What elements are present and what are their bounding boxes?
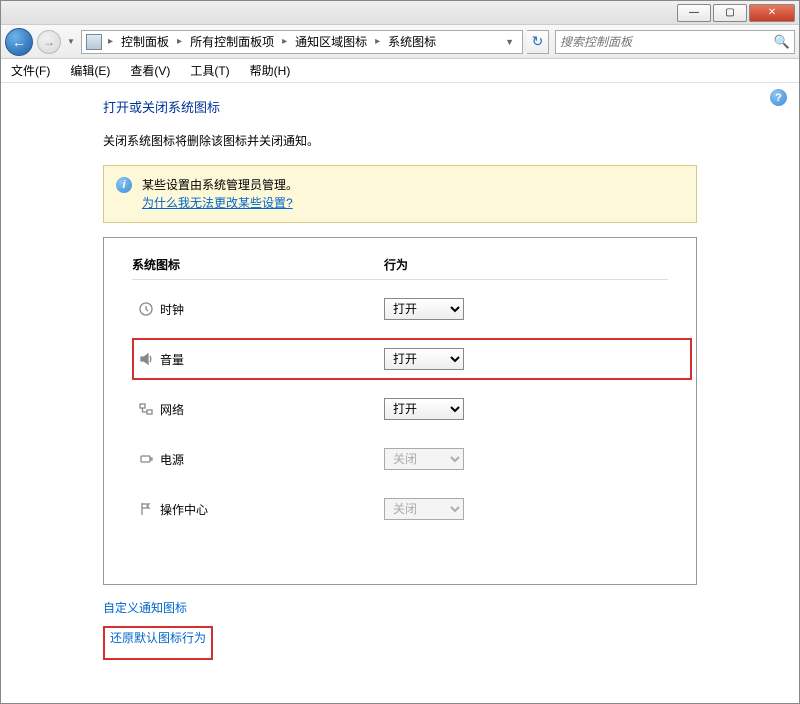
footer-links: 自定义通知图标 还原默认图标行为 — [103, 599, 697, 660]
behavior-select: 打开关闭 — [384, 448, 464, 470]
customize-link[interactable]: 自定义通知图标 — [103, 599, 187, 616]
minimize-button[interactable]: — — [677, 4, 711, 22]
nav-back-button[interactable]: ← — [5, 28, 33, 56]
menu-file[interactable]: 文件(F) — [7, 60, 54, 81]
row-label: 网络 — [160, 401, 384, 418]
row-label: 音量 — [160, 351, 384, 368]
chevron-right-icon: ▸ — [106, 36, 115, 47]
refresh-button[interactable]: ↻ — [527, 30, 549, 54]
behavior-select[interactable]: 打开关闭 — [384, 348, 464, 370]
flag-icon — [132, 501, 160, 517]
breadcrumb-item[interactable]: 通知区域图标 — [293, 33, 369, 50]
titlebar: — ▢ ✕ — [1, 1, 799, 25]
header-behavior: 行为 — [384, 256, 668, 273]
breadcrumb-item[interactable]: 系统图标 — [386, 33, 438, 50]
chevron-right-icon: ▸ — [280, 36, 289, 47]
page-title: 打开或关闭系统图标 — [103, 97, 697, 116]
info-icon: i — [116, 177, 132, 193]
menu-edit[interactable]: 编辑(E) — [66, 60, 114, 81]
row-label: 时钟 — [160, 301, 384, 318]
menu-view[interactable]: 查看(V) — [126, 60, 174, 81]
table-row: 操作中心打开关闭 — [132, 484, 668, 534]
info-link[interactable]: 为什么我无法更改某些设置? — [142, 196, 293, 210]
content-area: ? 打开或关闭系统图标 关闭系统图标将删除该图标并关闭通知。 i 某些设置由系统… — [1, 83, 799, 703]
behavior-select: 打开关闭 — [384, 498, 464, 520]
network-icon — [132, 401, 160, 417]
nav-history-dropdown[interactable]: ▼ — [65, 37, 77, 46]
table-row: 时钟打开关闭 — [132, 284, 668, 334]
system-icons-panel: 系统图标 行为 时钟打开关闭音量打开关闭网络打开关闭电源打开关闭操作中心打开关闭 — [103, 237, 697, 585]
table-row: 电源打开关闭 — [132, 434, 668, 484]
header-system-icon: 系统图标 — [132, 256, 384, 273]
search-box[interactable]: 🔍 — [555, 30, 795, 54]
address-dropdown[interactable]: ▼ — [501, 35, 518, 49]
help-icon[interactable]: ? — [770, 89, 787, 106]
control-panel-icon — [86, 34, 102, 50]
breadcrumb-item[interactable]: 控制面板 — [119, 33, 171, 50]
menu-tools[interactable]: 工具(T) — [186, 60, 233, 81]
search-icon[interactable]: 🔍 — [774, 34, 790, 50]
info-text: 某些设置由系统管理员管理。 — [142, 178, 298, 192]
navbar: ← → ▼ ▸ 控制面板 ▸ 所有控制面板项 ▸ 通知区域图标 ▸ 系统图标 ▼… — [1, 25, 799, 59]
behavior-select[interactable]: 打开关闭 — [384, 298, 464, 320]
nav-forward-button[interactable]: → — [37, 30, 61, 54]
window: — ▢ ✕ ← → ▼ ▸ 控制面板 ▸ 所有控制面板项 ▸ 通知区域图标 ▸ … — [0, 0, 800, 704]
table-header: 系统图标 行为 — [132, 256, 668, 280]
clock-icon — [132, 301, 160, 317]
menu-help[interactable]: 帮助(H) — [246, 60, 295, 81]
table-row: 网络打开关闭 — [132, 384, 668, 434]
close-button[interactable]: ✕ — [749, 4, 795, 22]
chevron-right-icon: ▸ — [175, 36, 184, 47]
breadcrumb-item[interactable]: 所有控制面板项 — [188, 33, 276, 50]
maximize-button[interactable]: ▢ — [713, 4, 747, 22]
restore-defaults-link[interactable]: 还原默认图标行为 — [110, 629, 206, 646]
row-label: 电源 — [160, 451, 384, 468]
admin-info-box: i 某些设置由系统管理员管理。 为什么我无法更改某些设置? — [103, 165, 697, 223]
row-label: 操作中心 — [160, 501, 384, 518]
menu-bar: 文件(F) 编辑(E) 查看(V) 工具(T) 帮助(H) — [1, 59, 799, 83]
address-bar[interactable]: ▸ 控制面板 ▸ 所有控制面板项 ▸ 通知区域图标 ▸ 系统图标 ▼ — [81, 30, 523, 54]
search-input[interactable] — [560, 35, 774, 49]
behavior-select[interactable]: 打开关闭 — [384, 398, 464, 420]
volume-icon — [132, 351, 160, 367]
table-row: 音量打开关闭 — [132, 334, 668, 384]
page-description: 关闭系统图标将删除该图标并关闭通知。 — [103, 132, 697, 149]
power-icon — [132, 451, 160, 467]
chevron-right-icon: ▸ — [373, 36, 382, 47]
